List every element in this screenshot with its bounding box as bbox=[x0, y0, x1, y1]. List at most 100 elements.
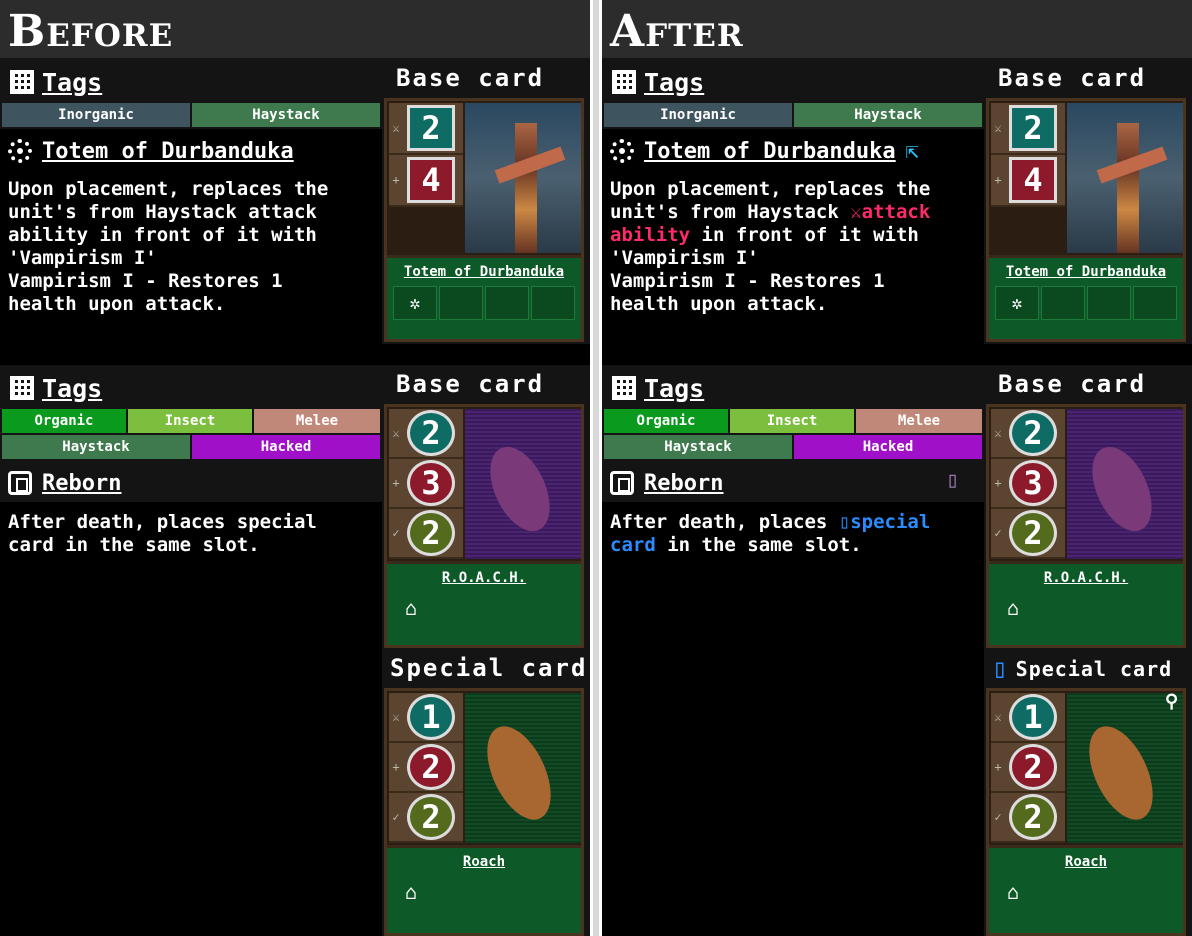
before-half: Before Tags Base card Inorganic Haystack… bbox=[0, 0, 590, 936]
ability-row: Totem of Durbanduka bbox=[8, 131, 294, 171]
roach-card[interactable]: ⚔ 2 +3 ✓ 2 R.O.A.C.H. ⌂ bbox=[986, 404, 1186, 648]
ability-slots: ✲ bbox=[393, 286, 575, 320]
replace-icon[interactable]: ⇱ bbox=[906, 139, 919, 164]
rebirth-icon bbox=[8, 471, 32, 495]
tag-haystack: Haystack bbox=[2, 435, 190, 459]
attack-stat: ⚔ 1 bbox=[991, 693, 1065, 743]
special-keyword[interactable]: special bbox=[850, 511, 930, 533]
armor-value: 2 bbox=[407, 510, 455, 556]
health-stat: +4 bbox=[991, 155, 1065, 207]
ability-slot bbox=[1087, 286, 1131, 320]
tag-melee: Melee bbox=[856, 409, 982, 433]
ability-name[interactable]: Reborn bbox=[644, 471, 723, 496]
health-icon: + bbox=[994, 173, 1002, 187]
attack-stat: ⚔ 1 bbox=[389, 693, 463, 743]
card-name: R.O.A.C.H. bbox=[441, 570, 527, 586]
tags-label[interactable]: Tags bbox=[644, 374, 704, 403]
special-roach-card[interactable]: ⚔ 1 +2 ✓ 2 Roach ⌂ bbox=[384, 688, 584, 936]
tag-row: Organic Insect Melee bbox=[2, 409, 380, 433]
attack-value: 2 bbox=[407, 105, 455, 151]
armor-icon: ✓ bbox=[392, 526, 400, 540]
ghost-icon: ▯ bbox=[946, 468, 960, 493]
health-icon: + bbox=[392, 173, 400, 187]
health-stat: +2 bbox=[991, 743, 1065, 793]
tags-label[interactable]: Tags bbox=[42, 68, 102, 97]
totem-card[interactable]: ⚔ 2 +4 Totem of Durbanduka ✲ bbox=[986, 98, 1186, 342]
sword-icon: ⚔ bbox=[850, 201, 862, 223]
tag-row: Haystack Hacked bbox=[604, 435, 982, 459]
ability-description: Upon placement, replaces the unit's from… bbox=[8, 178, 378, 316]
totem-card[interactable]: ⚔ 2 +4 Totem of Durbanduka ✲ bbox=[384, 98, 584, 342]
ability-description: Upon placement, replaces the unit's from… bbox=[610, 178, 980, 316]
desc-line: health upon attack. bbox=[610, 293, 828, 315]
attack-value: 2 bbox=[1009, 105, 1057, 151]
tag-row: Haystack Hacked bbox=[2, 435, 380, 459]
roach-art bbox=[465, 409, 581, 559]
attack-value: 2 bbox=[1009, 410, 1057, 456]
health-value: 2 bbox=[407, 744, 455, 790]
ability-name[interactable]: Reborn bbox=[42, 471, 121, 496]
card-stats: ⚔ 1 +2 ✓ 2 bbox=[389, 693, 463, 843]
tags-label[interactable]: Tags bbox=[644, 68, 704, 97]
tags-header: Tags bbox=[612, 372, 704, 404]
card-nameplate: R.O.A.C.H. ⌂ bbox=[387, 561, 581, 645]
gear-icon: ✲ bbox=[409, 292, 421, 314]
attack-stat: ⚔ 2 bbox=[991, 409, 1065, 459]
tag-hacked: Hacked bbox=[192, 435, 380, 459]
ability-description: After death, places ▯special card in the… bbox=[610, 511, 980, 557]
gear-icon bbox=[610, 139, 634, 163]
card-keyword[interactable]: card bbox=[610, 534, 656, 556]
armor-stat: ✓ 2 bbox=[389, 509, 463, 559]
ability-slot bbox=[1041, 286, 1085, 320]
ability-description: After death, places special card in the … bbox=[8, 511, 378, 557]
tags-icon bbox=[612, 376, 636, 400]
tag-organic: Organic bbox=[2, 409, 126, 433]
sword-icon: ⚔ bbox=[994, 426, 1002, 440]
sword-icon: ⚔ bbox=[392, 710, 400, 724]
description-area bbox=[602, 502, 984, 936]
ability-row: Reborn bbox=[8, 463, 121, 503]
health-stat: +2 bbox=[389, 743, 463, 793]
roach-art bbox=[1067, 409, 1183, 559]
desc-line: Vampirism I - Restores 1 bbox=[610, 270, 885, 292]
attack-keyword[interactable]: attack bbox=[862, 201, 931, 223]
desc-line: Upon placement, replaces the bbox=[610, 178, 931, 200]
tag-haystack: Haystack bbox=[794, 103, 982, 127]
health-icon: + bbox=[392, 476, 400, 490]
desc-line: ability in front of it with bbox=[8, 224, 317, 246]
card-stats: ⚔ 2 +4 bbox=[991, 103, 1065, 207]
special-roach-card[interactable]: ⚔ 1 +2 ✓ 2 ⚲ Roach ⌂ bbox=[986, 688, 1186, 936]
ability-name[interactable]: Totem of Durbanduka bbox=[644, 139, 896, 164]
ability-name[interactable]: Totem of Durbanduka bbox=[42, 139, 294, 164]
desc-line: After death, places ▯special bbox=[610, 511, 980, 534]
tag-row: Inorganic Haystack bbox=[604, 103, 982, 127]
rebirth-icon bbox=[610, 471, 634, 495]
card-stats: ⚔ 2 +3 ✓ 2 bbox=[991, 409, 1065, 559]
card-name: R.O.A.C.H. bbox=[1043, 570, 1129, 586]
health-icon: + bbox=[392, 760, 400, 774]
desc-line: Vampirism I - Restores 1 bbox=[8, 270, 283, 292]
ability-slot: ✲ bbox=[995, 286, 1039, 320]
desc-text: in the same slot. bbox=[655, 534, 862, 556]
attack-stat: ⚔ 2 bbox=[389, 103, 463, 155]
ability-slots: ✲ bbox=[995, 286, 1177, 320]
desc-text: in front of it with bbox=[690, 224, 919, 246]
roach-card[interactable]: ⚔ 2 +3 ✓ 2 R.O.A.C.H. ⌂ bbox=[384, 404, 584, 648]
tag-organic: Organic bbox=[604, 409, 728, 433]
armor-icon: ✓ bbox=[994, 810, 1002, 824]
ability-keyword[interactable]: ability bbox=[610, 224, 690, 246]
health-value: 3 bbox=[407, 460, 455, 506]
health-value: 2 bbox=[1009, 744, 1057, 790]
card-icon: ▯ bbox=[838, 511, 851, 533]
tag-haystack: Haystack bbox=[604, 435, 792, 459]
zoom-icon[interactable]: ⚲ bbox=[1165, 691, 1178, 712]
health-stat: +3 bbox=[991, 459, 1065, 509]
desc-line: card in the same slot. bbox=[610, 534, 980, 557]
attack-stat: ⚔ 2 bbox=[389, 409, 463, 459]
gear-icon bbox=[8, 139, 32, 163]
totem-art bbox=[465, 103, 581, 253]
card-name: Roach bbox=[462, 854, 506, 870]
health-value: 4 bbox=[1009, 157, 1057, 203]
tag-row: Inorganic Haystack bbox=[2, 103, 380, 127]
tags-label[interactable]: Tags bbox=[42, 374, 102, 403]
